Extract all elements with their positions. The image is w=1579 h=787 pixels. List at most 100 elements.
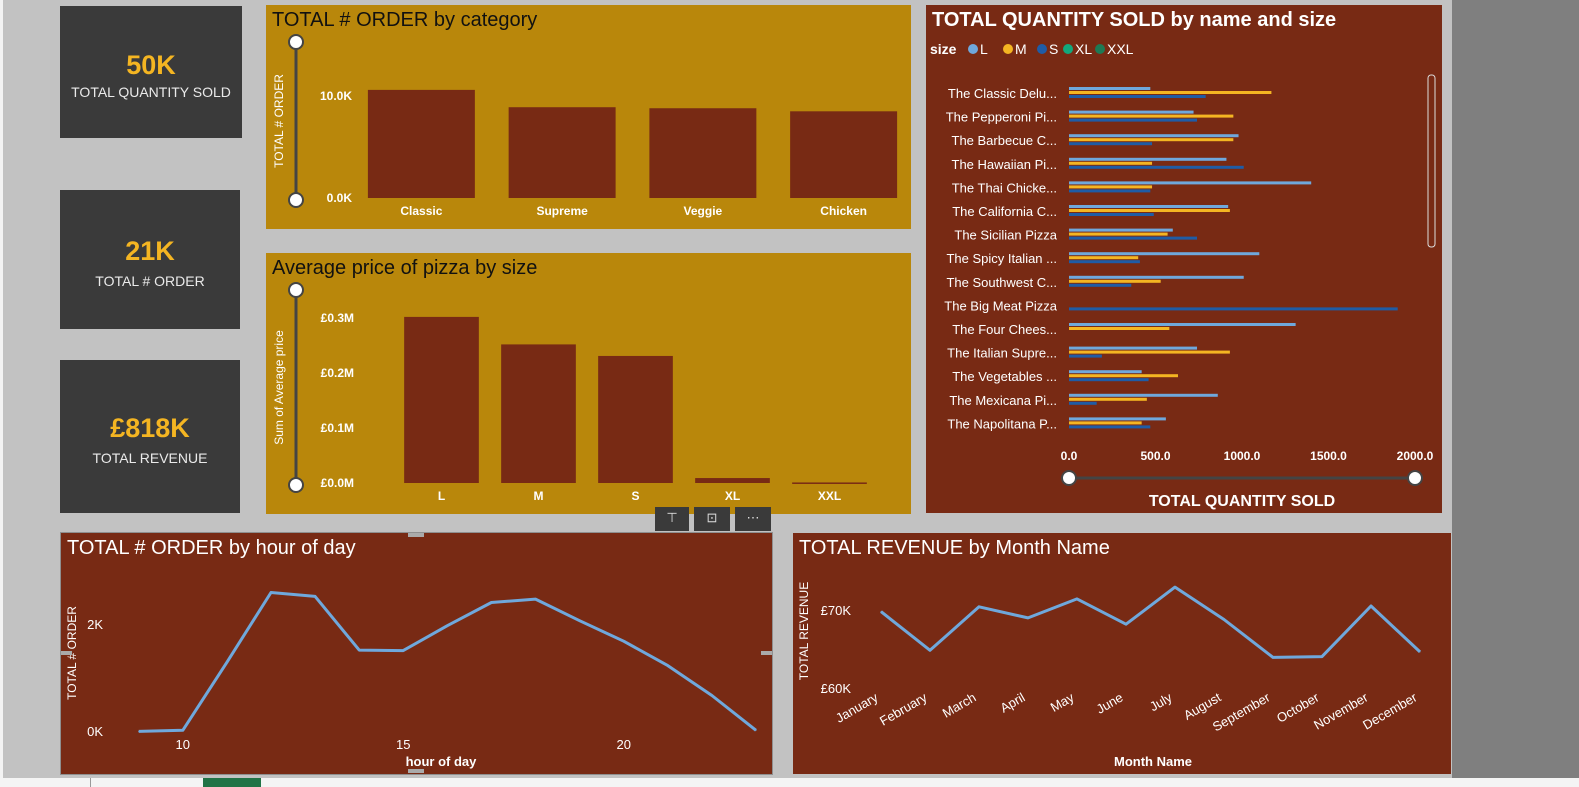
active-page-tab[interactable]	[203, 778, 261, 787]
data-point	[226, 661, 228, 663]
bar	[1069, 252, 1260, 256]
page-tab-divider	[90, 778, 91, 787]
legend-marker	[1063, 44, 1073, 54]
bar	[1069, 378, 1149, 382]
x-tick-label: December	[1360, 689, 1420, 732]
data-point	[446, 625, 448, 627]
filter-icon[interactable]: ⊤	[655, 507, 689, 531]
bar	[1069, 142, 1153, 146]
data-point	[1370, 605, 1372, 607]
x-tick-label: June	[1094, 690, 1126, 717]
bar	[501, 344, 576, 483]
x-tick-label: February	[877, 689, 930, 728]
legend-marker	[1095, 44, 1105, 54]
kpi-card-revenue[interactable]: £818K TOTAL REVENUE	[60, 360, 240, 513]
bar	[1069, 327, 1170, 330]
y-tick-label: The Spicy Italian ...	[946, 251, 1057, 266]
x-tick-label: Classic	[400, 204, 442, 218]
data-point	[755, 729, 757, 731]
resize-handle	[761, 651, 772, 655]
data-point	[358, 649, 360, 651]
bar	[1069, 87, 1151, 90]
bar	[1069, 275, 1244, 279]
y-tick-label: 10.0K	[320, 89, 352, 103]
x-tick-label: L	[438, 489, 445, 503]
x-tick-label: 10	[176, 737, 190, 752]
x-tick-label: S	[631, 489, 639, 503]
bar	[1069, 95, 1206, 98]
bar	[1069, 161, 1153, 165]
data-point	[623, 640, 625, 642]
x-tick-label: March	[940, 690, 979, 721]
bar	[1069, 118, 1198, 122]
y-tick-label: The California C...	[952, 204, 1057, 219]
x-tick-label: 15	[396, 737, 410, 752]
data-point	[1174, 586, 1176, 588]
data-point	[402, 650, 404, 652]
data-point	[667, 665, 669, 667]
bar	[1069, 397, 1147, 401]
y-tick-label: £70K	[821, 603, 852, 618]
x-tick-label: 0.0	[1061, 449, 1078, 463]
y-tick-label: The Classic Delu...	[948, 86, 1057, 101]
x-tick-label: May	[1048, 689, 1077, 715]
bar	[1069, 236, 1198, 240]
legend-label: S	[1049, 41, 1058, 57]
legend-label: XXL	[1107, 41, 1134, 57]
legend-title: size	[930, 41, 957, 57]
more-options-icon[interactable]: ⋯	[735, 507, 771, 531]
chart-qty-by-name-size[interactable]: TOTAL QUANTITY SOLD by name and size siz…	[926, 5, 1442, 513]
kpi-card-orders[interactable]: 21K TOTAL # ORDER	[60, 190, 240, 329]
bar	[508, 107, 616, 198]
y-tick-label: 0K	[87, 724, 103, 739]
x-tick-label: 2000.0	[1397, 449, 1434, 463]
slider-handle-left	[1061, 470, 1077, 486]
chart-orders-by-category[interactable]: TOTAL # ORDER by category TOTAL # ORDER 0…	[266, 5, 911, 229]
x-tick-label: Supreme	[536, 204, 588, 218]
slider-handle-top	[288, 34, 304, 50]
kpi-label: TOTAL QUANTITY SOLD	[71, 84, 231, 100]
data-point	[1272, 656, 1274, 658]
data-point	[880, 611, 882, 613]
legend-label: L	[980, 41, 988, 57]
bar	[598, 355, 673, 483]
y-tick-label: The Southwest C...	[946, 275, 1057, 290]
data-point	[1223, 618, 1225, 620]
y-tick-label: The Hawaiian Pi...	[952, 157, 1058, 172]
x-tick-label: Chicken	[820, 204, 867, 218]
focus-mode-icon[interactable]: ⊡	[694, 507, 730, 531]
bar	[1069, 350, 1230, 354]
legend-marker	[1037, 44, 1047, 54]
y-axis-title: Sum of Average price	[272, 330, 286, 445]
y-tick-label: The Barbecue C...	[952, 133, 1058, 148]
data-point	[1419, 651, 1421, 653]
data-point	[978, 606, 980, 608]
data-point	[182, 729, 184, 731]
bar	[1069, 232, 1168, 236]
bar	[1069, 185, 1153, 189]
slider-handle-top	[288, 282, 304, 298]
kpi-card-quantity[interactable]: 50K TOTAL QUANTITY SOLD	[60, 6, 242, 138]
y-tick-label: The Napolitana P...	[947, 416, 1057, 431]
y-tick-label: The Sicilian Pizza	[954, 228, 1057, 243]
chart-avg-price-by-size[interactable]: Average price of pizza by size Sum of Av…	[266, 253, 911, 514]
chart-revenue-by-month[interactable]: TOTAL REVENUE by Month Name TOTAL REVENU…	[793, 533, 1451, 774]
data-point	[1027, 617, 1029, 619]
slider-handle-bottom	[288, 192, 304, 208]
kpi-value: 50K	[126, 50, 176, 80]
y-tick-label: The Italian Supre...	[947, 346, 1057, 361]
bar	[1069, 374, 1178, 378]
bar	[1069, 110, 1194, 114]
x-tick-label: July	[1147, 689, 1175, 714]
x-axis-title: TOTAL QUANTITY SOLD	[1149, 493, 1335, 510]
bar	[1069, 323, 1296, 326]
bar	[1069, 256, 1139, 260]
legend-marker	[968, 44, 978, 54]
slider-handle-bottom	[288, 477, 304, 493]
data-point	[490, 601, 492, 603]
bar	[1069, 307, 1398, 311]
slider-handle-right	[1407, 470, 1423, 486]
legend-label: XL	[1075, 41, 1092, 57]
chart-orders-by-hour[interactable]: TOTAL # ORDER by hour of day TOTAL # ORD…	[60, 532, 773, 775]
bar	[1069, 417, 1166, 421]
